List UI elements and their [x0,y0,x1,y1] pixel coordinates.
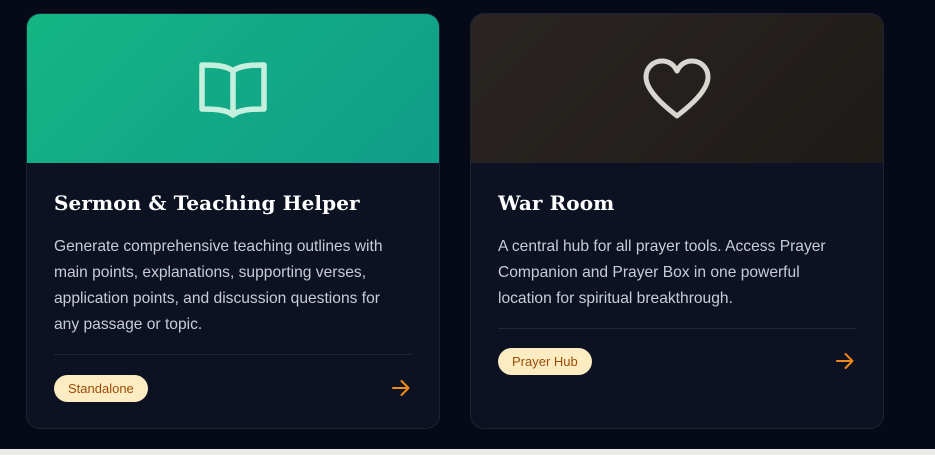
open-book-icon [199,61,267,118]
divider [54,354,412,355]
arrow-right-icon[interactable] [834,350,856,372]
card-war-room[interactable]: War Room A central hub for all prayer to… [470,13,884,429]
card-banner [471,14,883,163]
card-banner [27,14,439,163]
status-badge: Prayer Hub [498,348,592,375]
card-description: A central hub for all prayer tools. Acce… [498,238,826,307]
divider [498,328,856,329]
card-sermon-teaching-helper[interactable]: Sermon & Teaching Helper Generate compre… [26,13,440,429]
card-description: Generate comprehensive teaching outlines… [54,238,383,333]
card-title: War Room [498,191,615,215]
heart-icon [643,58,711,118]
card-title: Sermon & Teaching Helper [54,191,360,215]
page-bottom-edge [0,449,935,455]
status-badge: Standalone [54,375,148,402]
tools-grid: Sermon & Teaching Helper Generate compre… [0,0,935,455]
arrow-right-icon[interactable] [390,377,412,399]
